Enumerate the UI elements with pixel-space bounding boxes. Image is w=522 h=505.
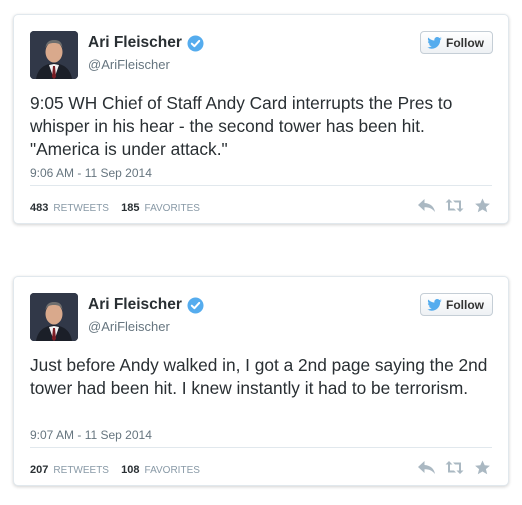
retweet-label[interactable]: RETWEETS [53, 203, 109, 214]
follow-button[interactable]: Follow [420, 31, 493, 54]
divider [30, 447, 492, 448]
verified-badge-icon [187, 297, 204, 314]
retweet-icon[interactable] [445, 460, 464, 475]
reply-icon[interactable] [417, 198, 436, 213]
author-handle[interactable]: @AriFleischer [88, 319, 170, 334]
twitter-bird-icon [427, 36, 442, 49]
tweet-card: Ari Fleischer @AriFleischer Follow 9:05 … [13, 14, 509, 224]
tweet-card: Ari Fleischer @AriFleischer Follow Just … [13, 276, 509, 486]
tweet-timestamp[interactable]: 9:07 AM - 11 Sep 2014 [30, 428, 152, 442]
tweet-timestamp[interactable]: 9:06 AM - 11 Sep 2014 [30, 166, 152, 180]
favorite-icon[interactable] [473, 460, 492, 475]
tweet-actions [417, 460, 492, 475]
divider [30, 185, 492, 186]
retweet-label[interactable]: RETWEETS [53, 465, 109, 476]
tweet-text: Just before Andy walked in, I got a 2nd … [30, 355, 488, 398]
follow-button[interactable]: Follow [420, 293, 493, 316]
tweet-text: 9:05 WH Chief of Staff Andy Card interru… [30, 93, 453, 159]
follow-label: Follow [446, 297, 484, 312]
tweet-stats: 483 RETWEETS 185 FAVORITES [30, 202, 200, 214]
favorite-label[interactable]: FAVORITES [145, 203, 200, 214]
author-name[interactable]: Ari Fleischer [88, 296, 204, 314]
avatar[interactable] [30, 31, 78, 79]
retweet-icon[interactable] [445, 198, 464, 213]
tweet-actions [417, 198, 492, 213]
favorite-icon[interactable] [473, 198, 492, 213]
reply-icon[interactable] [417, 460, 436, 475]
author-name-text[interactable]: Ari Fleischer [88, 296, 182, 314]
favorite-count[interactable]: 185 [121, 202, 139, 214]
verified-badge-icon [187, 35, 204, 52]
follow-label: Follow [446, 35, 484, 50]
twitter-bird-icon [427, 298, 442, 311]
author-name[interactable]: Ari Fleischer [88, 34, 204, 52]
favorite-count[interactable]: 108 [121, 464, 139, 476]
tweet-stats: 207 RETWEETS 108 FAVORITES [30, 464, 200, 476]
author-handle[interactable]: @AriFleischer [88, 57, 170, 72]
avatar[interactable] [30, 293, 78, 341]
retweet-count[interactable]: 483 [30, 202, 48, 214]
author-name-text[interactable]: Ari Fleischer [88, 34, 182, 52]
retweet-count[interactable]: 207 [30, 464, 48, 476]
favorite-label[interactable]: FAVORITES [145, 465, 200, 476]
